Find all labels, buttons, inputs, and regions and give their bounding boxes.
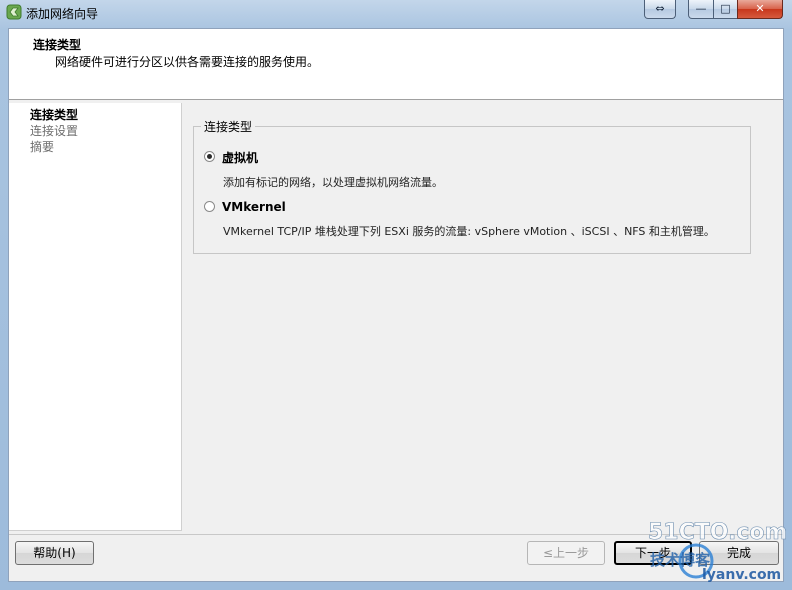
switch-window-button[interactable]: ⇔ xyxy=(644,0,676,19)
title-bar[interactable]: 添加网络向导 ⇔ — □ ✕ xyxy=(0,0,792,26)
vmkernel-description: VMkernel TCP/IP 堆栈处理下列 ESXi 服务的流量: vSphe… xyxy=(223,225,715,238)
virtual-machine-description: 添加有标记的网络，以处理虚拟机网络流量。 xyxy=(223,176,443,189)
wizard-steps-panel: 连接类型 连接设置 摘要 xyxy=(9,103,182,531)
window-title: 添加网络向导 xyxy=(26,7,99,21)
step-connection-settings[interactable]: 连接设置 xyxy=(30,122,78,139)
step-summary[interactable]: 摘要 xyxy=(30,138,54,155)
step-connection-type[interactable]: 连接类型 xyxy=(30,106,78,123)
vmkernel-label[interactable]: VMkernel xyxy=(222,200,286,214)
minimize-button[interactable]: — xyxy=(688,0,714,19)
wizard-window: 添加网络向导 ⇔ — □ ✕ 连接类型 网络硬件可进行分区以供各需要连接的服务使… xyxy=(0,0,792,590)
wizard-header: 连接类型 网络硬件可进行分区以供各需要连接的服务使用。 xyxy=(9,29,783,100)
next-button[interactable]: 下一步 xyxy=(614,541,692,565)
finish-button[interactable]: 完成 xyxy=(699,541,779,565)
footer-divider xyxy=(9,534,783,535)
close-button[interactable]: ✕ xyxy=(737,0,783,19)
group-legend: 连接类型 xyxy=(201,118,256,135)
wizard-client-area: 连接类型 网络硬件可进行分区以供各需要连接的服务使用。 连接类型 连接设置 摘要… xyxy=(8,28,784,582)
back-button[interactable]: ≤上一步 xyxy=(527,541,605,565)
vsphere-app-icon xyxy=(6,4,22,20)
help-button[interactable]: 帮助(H) xyxy=(15,541,94,565)
virtual-machine-radio[interactable] xyxy=(204,151,215,162)
radio-selected-dot xyxy=(207,154,212,159)
maximize-button[interactable]: □ xyxy=(713,0,738,19)
connection-type-group: 连接类型 虚拟机 添加有标记的网络，以处理虚拟机网络流量。 VMkernel V… xyxy=(193,118,751,254)
page-description: 网络硬件可进行分区以供各需要连接的服务使用。 xyxy=(55,55,320,69)
virtual-machine-label[interactable]: 虚拟机 xyxy=(222,149,258,166)
page-title: 连接类型 xyxy=(33,38,82,52)
vmkernel-radio[interactable] xyxy=(204,201,215,212)
